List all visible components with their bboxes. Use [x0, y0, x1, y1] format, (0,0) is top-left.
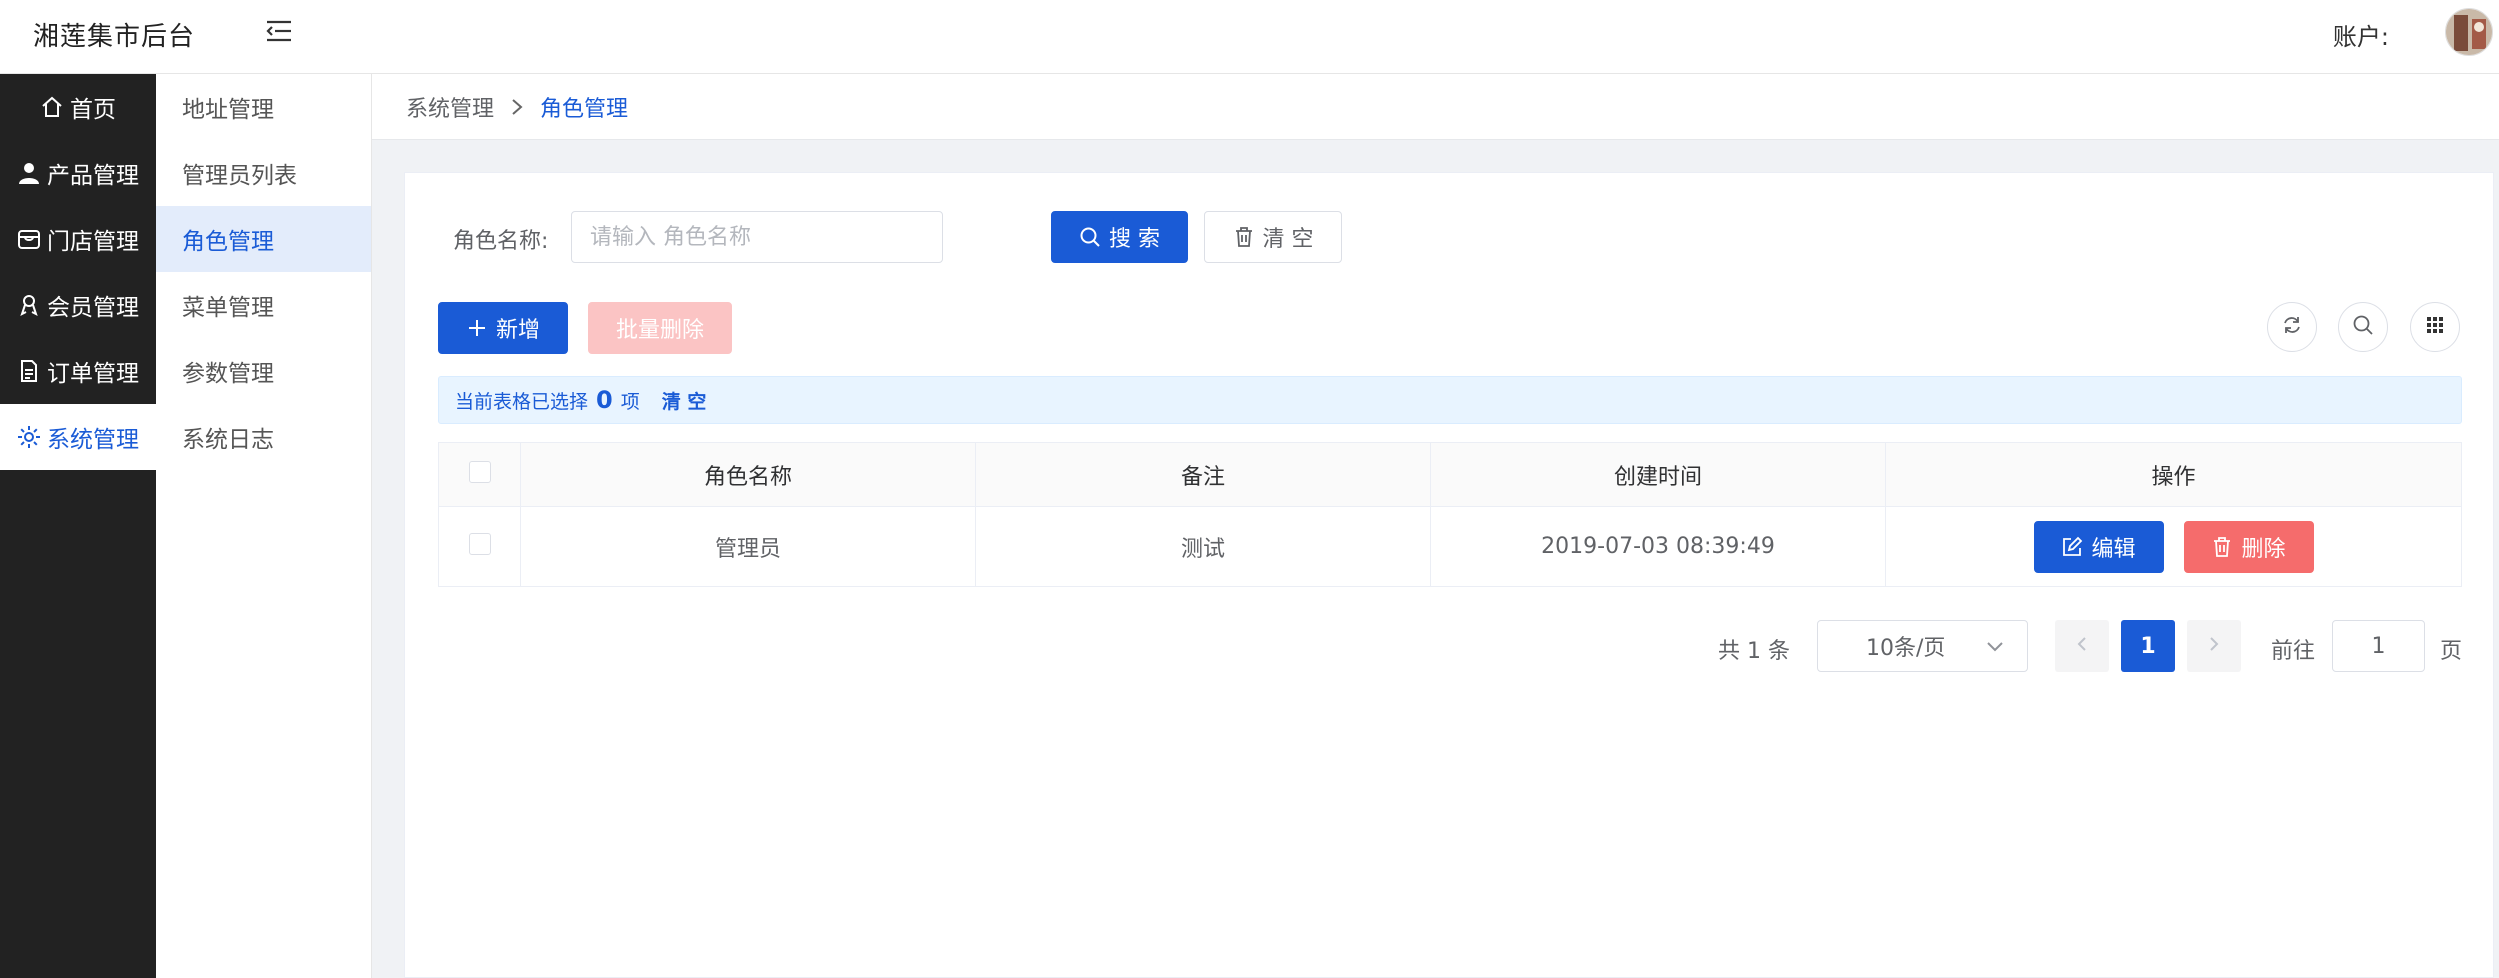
sidebar-item-home[interactable]: 首页 — [0, 74, 156, 140]
goto-page-input[interactable] — [2332, 620, 2425, 672]
sidebar-item-members[interactable]: 会员管理 — [0, 272, 156, 338]
member-icon — [17, 293, 41, 317]
goto-label: 前往 — [2271, 639, 2316, 664]
chevron-right-icon — [510, 98, 524, 116]
role-name-label: 角色名称: — [453, 229, 549, 254]
submenu-item-admin-list[interactable]: 管理员列表 — [156, 140, 371, 206]
role-name-input[interactable] — [571, 211, 943, 263]
home-icon — [40, 95, 64, 119]
sidebar-item-label: 门店管理 — [47, 229, 139, 255]
pagination-total: 共 1 条 — [1718, 639, 1790, 664]
table-row: 管理员 测试 2019-07-03 08:39:49 编辑 删除 — [438, 506, 2462, 587]
select-all-checkbox[interactable] — [468, 460, 491, 483]
row-checkbox[interactable] — [468, 532, 491, 555]
prev-page-button[interactable] — [2055, 620, 2109, 672]
account-label: 账户: — [2332, 23, 2389, 51]
chevron-down-icon — [1985, 636, 2005, 656]
selection-clear-link[interactable]: 清 空 — [662, 387, 707, 414]
header-select-all — [438, 442, 521, 507]
store-icon — [17, 227, 41, 251]
row-select-cell — [438, 506, 521, 587]
submenu-item-menus[interactable]: 菜单管理 — [156, 272, 371, 338]
cell-created-time: 2019-07-03 08:39:49 — [1430, 506, 1886, 587]
app-title: 湘莲集市后台 — [33, 22, 196, 52]
search-icon — [1079, 226, 1101, 248]
chevron-right-icon — [2207, 636, 2221, 656]
sidebar-item-stores[interactable]: 门店管理 — [0, 206, 156, 272]
breadcrumb-current: 角色管理 — [540, 96, 629, 122]
selection-prefix: 当前表格已选择 — [455, 390, 589, 413]
header-created-time: 创建时间 — [1430, 442, 1886, 507]
clear-button-label: 清 空 — [1262, 227, 1314, 252]
page-size-select[interactable]: 10条/页 — [1817, 620, 2028, 672]
selection-suffix: 项 — [620, 390, 640, 413]
cell-operations: 编辑 删除 — [1885, 506, 2462, 587]
submenu-item-params[interactable]: 参数管理 — [156, 338, 371, 404]
menu-fold-icon[interactable] — [264, 16, 294, 46]
refresh-icon — [2281, 314, 2303, 340]
edit-icon — [2061, 536, 2083, 558]
grid-icon — [2424, 314, 2446, 340]
delete-button-label: 删除 — [2241, 536, 2286, 562]
selection-info-bar: 当前表格已选择 0 项 清 空 — [438, 376, 2462, 424]
sidebar-item-label: 会员管理 — [47, 295, 139, 321]
breadcrumb: 系统管理 角色管理 — [372, 74, 2499, 140]
sidebar-item-products[interactable]: 产品管理 — [0, 140, 156, 206]
trash-icon — [1233, 226, 1255, 248]
search-button[interactable]: 搜 索 — [1051, 211, 1188, 263]
roles-table: 角色名称 备注 创建时间 操作 管理员 测试 2019-07-03 08:39:… — [438, 442, 2462, 587]
submenu-item-address[interactable]: 地址管理 — [156, 74, 371, 140]
top-header: 湘莲集市后台 账户: — [0, 0, 2499, 74]
sidebar-item-orders[interactable]: 订单管理 — [0, 338, 156, 404]
sidebar-item-label: 系统管理 — [47, 427, 139, 453]
refresh-button[interactable] — [2267, 302, 2317, 352]
header-operations: 操作 — [1885, 442, 2462, 507]
next-page-button[interactable] — [2187, 620, 2241, 672]
trash-icon — [2211, 536, 2233, 558]
document-icon — [17, 359, 41, 383]
table-header-row: 角色名称 备注 创建时间 操作 — [438, 442, 2462, 507]
edit-button[interactable]: 编辑 — [2033, 520, 2164, 573]
avatar[interactable] — [2445, 8, 2493, 56]
header-role-name: 角色名称 — [520, 442, 976, 507]
sub-menu: 地址管理 管理员列表 角色管理 菜单管理 参数管理 系统日志 — [156, 74, 372, 978]
add-button[interactable]: 新增 — [438, 302, 568, 354]
search-icon — [2352, 314, 2374, 340]
submenu-item-roles[interactable]: 角色管理 — [156, 206, 371, 272]
sidebar-item-label: 产品管理 — [47, 163, 139, 189]
breadcrumb-parent[interactable]: 系统管理 — [406, 91, 494, 123]
sidebar-item-system[interactable]: 系统管理 — [0, 404, 156, 470]
main-sidebar: 首页 产品管理 门店管理 会员管理 订单管理 系统管理 — [0, 74, 156, 978]
search-button-label: 搜 索 — [1109, 227, 1160, 252]
toggle-search-button[interactable] — [2338, 302, 2388, 352]
chevron-left-icon — [2075, 636, 2089, 656]
edit-button-label: 编辑 — [2091, 536, 2136, 562]
page-unit-label: 页 — [2440, 639, 2463, 664]
content-card: 角色名称: 搜 索 清 空 新增 批量删除 当前表格已选择 0 项 清 空 角色… — [404, 172, 2494, 978]
page-size-value: 10条/页 — [1866, 636, 1946, 661]
header-note: 备注 — [975, 442, 1431, 507]
batch-delete-button[interactable]: 批量删除 — [588, 302, 732, 354]
cell-note: 测试 — [975, 506, 1431, 587]
batch-delete-label: 批量删除 — [615, 318, 704, 343]
add-button-label: 新增 — [495, 318, 540, 343]
columns-button[interactable] — [2410, 302, 2460, 352]
plus-icon — [466, 317, 488, 339]
sidebar-item-label: 订单管理 — [47, 361, 139, 387]
clear-button[interactable]: 清 空 — [1204, 211, 1342, 263]
submenu-item-logs[interactable]: 系统日志 — [156, 404, 371, 470]
delete-button[interactable]: 删除 — [2183, 520, 2314, 573]
user-icon — [17, 161, 41, 185]
gear-icon — [17, 425, 41, 449]
page-number-current[interactable]: 1 — [2121, 620, 2175, 672]
sidebar-item-label: 首页 — [70, 97, 116, 123]
cell-role-name: 管理员 — [520, 506, 976, 587]
selection-count: 0 — [596, 386, 613, 414]
